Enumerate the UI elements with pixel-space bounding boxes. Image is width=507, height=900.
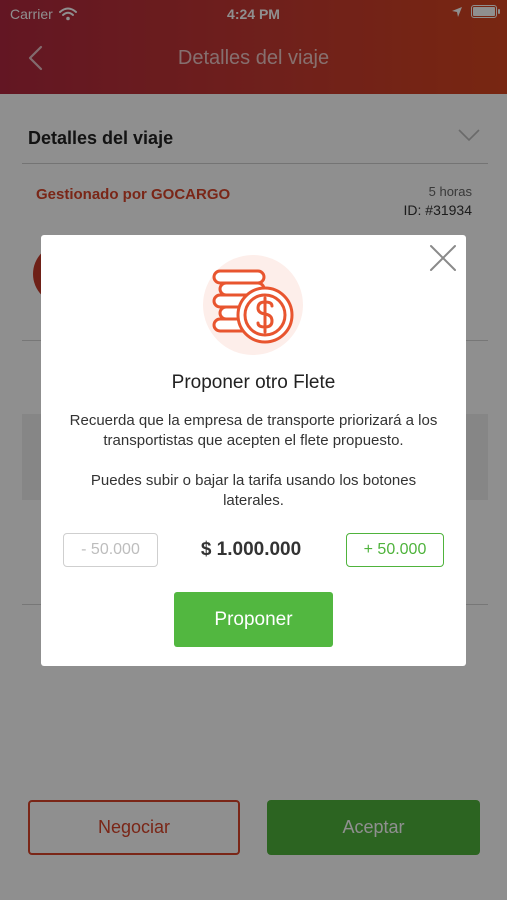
priority-notice: Recuerda que la empresa de transporte pr… — [69, 412, 438, 449]
close-icon[interactable] — [428, 243, 458, 273]
propose-button[interactable]: Proponer — [174, 592, 333, 647]
decrease-rate-button[interactable]: - 50.000 — [63, 533, 158, 567]
increase-rate-button[interactable]: + 50.000 — [346, 533, 444, 567]
propose-freight-modal: Proponer otro Flete Recuerda que la empr… — [41, 235, 466, 666]
proposed-price: $ 1.000.000 — [200, 539, 302, 560]
coins-dollar-icon — [203, 255, 303, 355]
adjust-instructions: Puedes subir o bajar la tarifa usando lo… — [90, 472, 417, 509]
modal-title: Proponer otro Flete — [171, 372, 336, 393]
